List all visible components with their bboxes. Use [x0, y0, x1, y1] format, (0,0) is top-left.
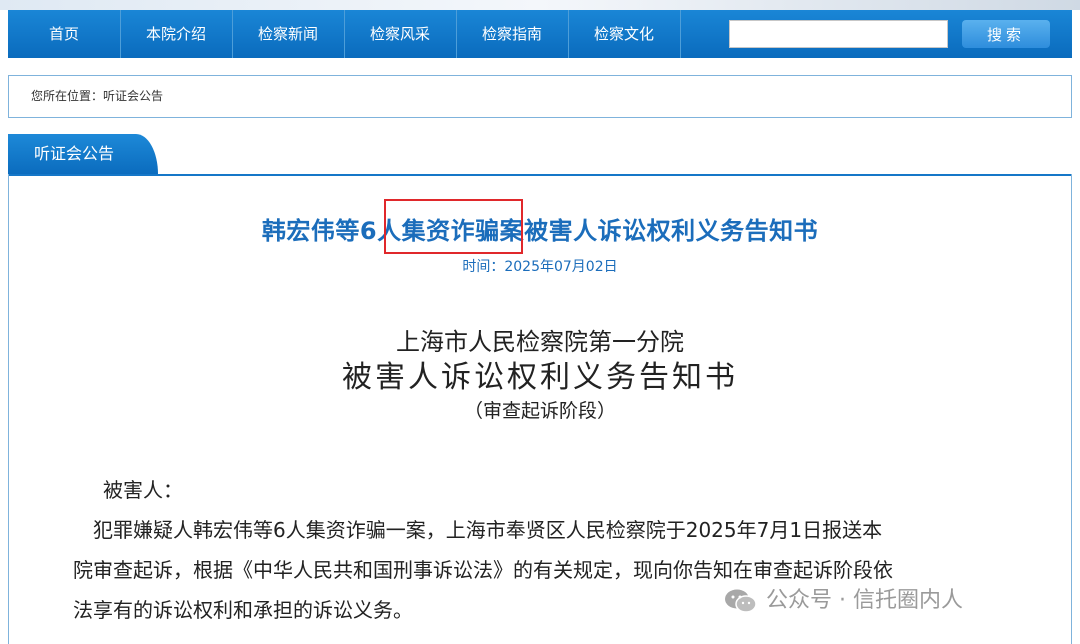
watermark-text: 公众号 · 信托圈内人	[766, 588, 963, 613]
addressee: 被害人：	[103, 478, 183, 502]
main-nav: 首页 本院介绍 检察新闻 检察风采 检察指南 检察文化 搜索	[8, 10, 1072, 58]
article-time: 时间：2025年07月02日	[462, 259, 618, 275]
watermark: 公众号 · 信托圈内人	[724, 586, 963, 616]
breadcrumb: 您所在位置：听证会公告	[8, 75, 1072, 118]
nav-item-home[interactable]: 首页	[8, 10, 121, 58]
article-title: 韩宏伟等6人集资诈骗案被害人诉讼权利义务告知书	[261, 217, 819, 245]
wechat-icon	[725, 589, 757, 613]
nav-item-culture[interactable]: 检察文化	[568, 10, 681, 58]
panel-header: 听证会公告	[8, 134, 1072, 176]
panel-tab: 听证会公告	[8, 134, 158, 174]
nav-item-guide[interactable]: 检察指南	[456, 10, 569, 58]
nav-item-about[interactable]: 本院介绍	[120, 10, 233, 58]
search-input[interactable]	[729, 20, 948, 48]
body-line: 犯罪嫌疑人韩宏伟等6人集资诈骗一案，上海市奉贤区人民检察院于2025年7月1日报…	[73, 518, 883, 542]
top-banner-strip	[0, 0, 1080, 10]
breadcrumb-current[interactable]: 听证会公告	[103, 89, 163, 103]
body-line: 院审查起诉，根据《中华人民共和国刑事诉讼法》的有关规定，现向你告知在审查起诉阶段…	[73, 558, 893, 582]
nav-item-news[interactable]: 检察新闻	[232, 10, 345, 58]
document-stage: （审查起诉阶段）	[463, 400, 616, 422]
document-title: 被害人诉讼权利义务告知书	[342, 360, 738, 395]
breadcrumb-label: 您所在位置：	[31, 89, 104, 103]
nav-item-gallery[interactable]: 检察风采	[344, 10, 457, 58]
search-button[interactable]: 搜索	[962, 20, 1050, 48]
highlight-annotation	[384, 199, 523, 254]
